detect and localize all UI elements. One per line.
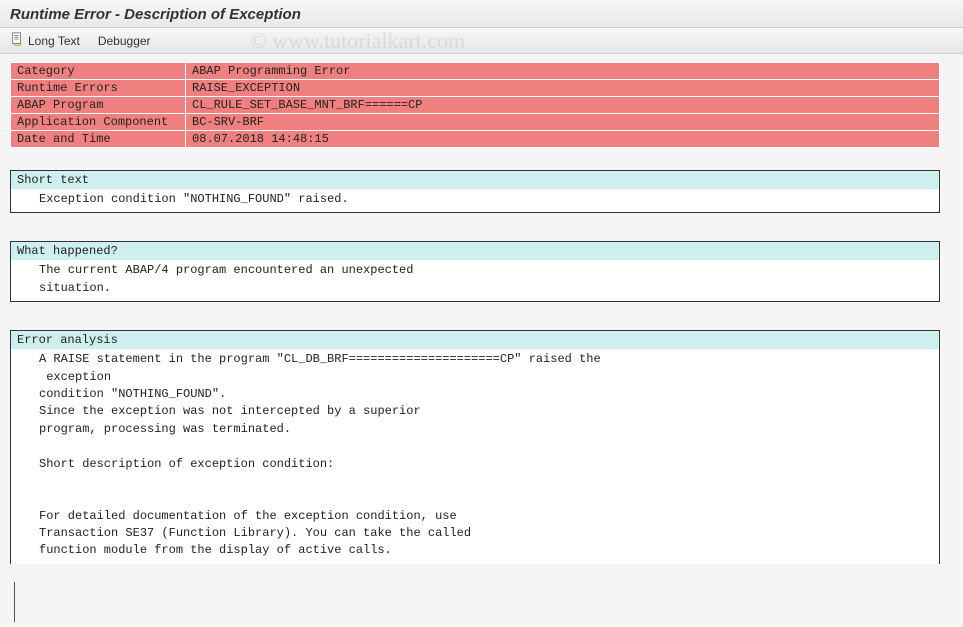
section-body: The current ABAP/4 program encountered a… [11, 260, 939, 301]
page-title: Runtime Error - Description of Exception [10, 6, 953, 23]
debugger-label: Debugger [98, 34, 151, 48]
text-line: Short description of exception condition… [39, 456, 933, 473]
info-value: RAISE_EXCEPTION [186, 80, 940, 97]
text-line: The current ABAP/4 program encountered a… [39, 262, 933, 279]
text-line: Since the exception was not intercepted … [39, 403, 933, 420]
text-line [39, 473, 933, 490]
section-header: Error analysis [11, 331, 939, 349]
info-label: Runtime Errors [11, 80, 186, 97]
debugger-button[interactable]: Debugger [98, 34, 151, 48]
text-line: A RAISE statement in the program "CL_DB_… [39, 351, 933, 368]
info-value: ABAP Programming Error [186, 63, 940, 80]
document-icon [10, 32, 24, 49]
info-label: ABAP Program [11, 97, 186, 114]
toolbar: Long Text Debugger [0, 28, 963, 54]
info-value: 08.07.2018 14:48:15 [186, 131, 940, 148]
section-header: What happened? [11, 242, 939, 260]
table-row: Runtime ErrorsRAISE_EXCEPTION [11, 80, 940, 97]
section-header: Short text [11, 171, 939, 189]
text-line: exception [39, 369, 933, 386]
text-line [39, 490, 933, 507]
error-info-table: CategoryABAP Programming ErrorRuntime Er… [10, 62, 940, 148]
text-line [39, 438, 933, 455]
table-row: ABAP ProgramCL_RULE_SET_BASE_MNT_BRF====… [11, 97, 940, 114]
table-row: Application ComponentBC-SRV-BRF [11, 114, 940, 131]
content-area: CategoryABAP Programming ErrorRuntime Er… [0, 54, 963, 572]
text-line: Transaction SE37 (Function Library). You… [39, 525, 933, 542]
window-header: Runtime Error - Description of Exception [0, 0, 963, 28]
long-text-button[interactable]: Long Text [10, 32, 80, 49]
info-value: CL_RULE_SET_BASE_MNT_BRF======CP [186, 97, 940, 114]
text-line: function module from the display of acti… [39, 542, 933, 559]
info-value: BC-SRV-BRF [186, 114, 940, 131]
text-line: situation. [39, 280, 933, 297]
info-label: Date and Time [11, 131, 186, 148]
info-label: Category [11, 63, 186, 80]
short-text-section: Short text Exception condition "NOTHING_… [10, 170, 940, 213]
text-line: Exception condition "NOTHING_FOUND" rais… [39, 191, 933, 208]
info-label: Application Component [11, 114, 186, 131]
text-line: condition "NOTHING_FOUND". [39, 386, 933, 403]
section-body: Exception condition "NOTHING_FOUND" rais… [11, 189, 939, 212]
text-line: For detailed documentation of the except… [39, 508, 933, 525]
section-body: A RAISE statement in the program "CL_DB_… [11, 349, 939, 564]
left-divider [14, 582, 15, 622]
text-line: program, processing was terminated. [39, 421, 933, 438]
long-text-label: Long Text [28, 34, 80, 48]
what-happened-section: What happened? The current ABAP/4 progra… [10, 241, 940, 302]
table-row: Date and Time08.07.2018 14:48:15 [11, 131, 940, 148]
error-analysis-section: Error analysis A RAISE statement in the … [10, 330, 940, 564]
table-row: CategoryABAP Programming Error [11, 63, 940, 80]
